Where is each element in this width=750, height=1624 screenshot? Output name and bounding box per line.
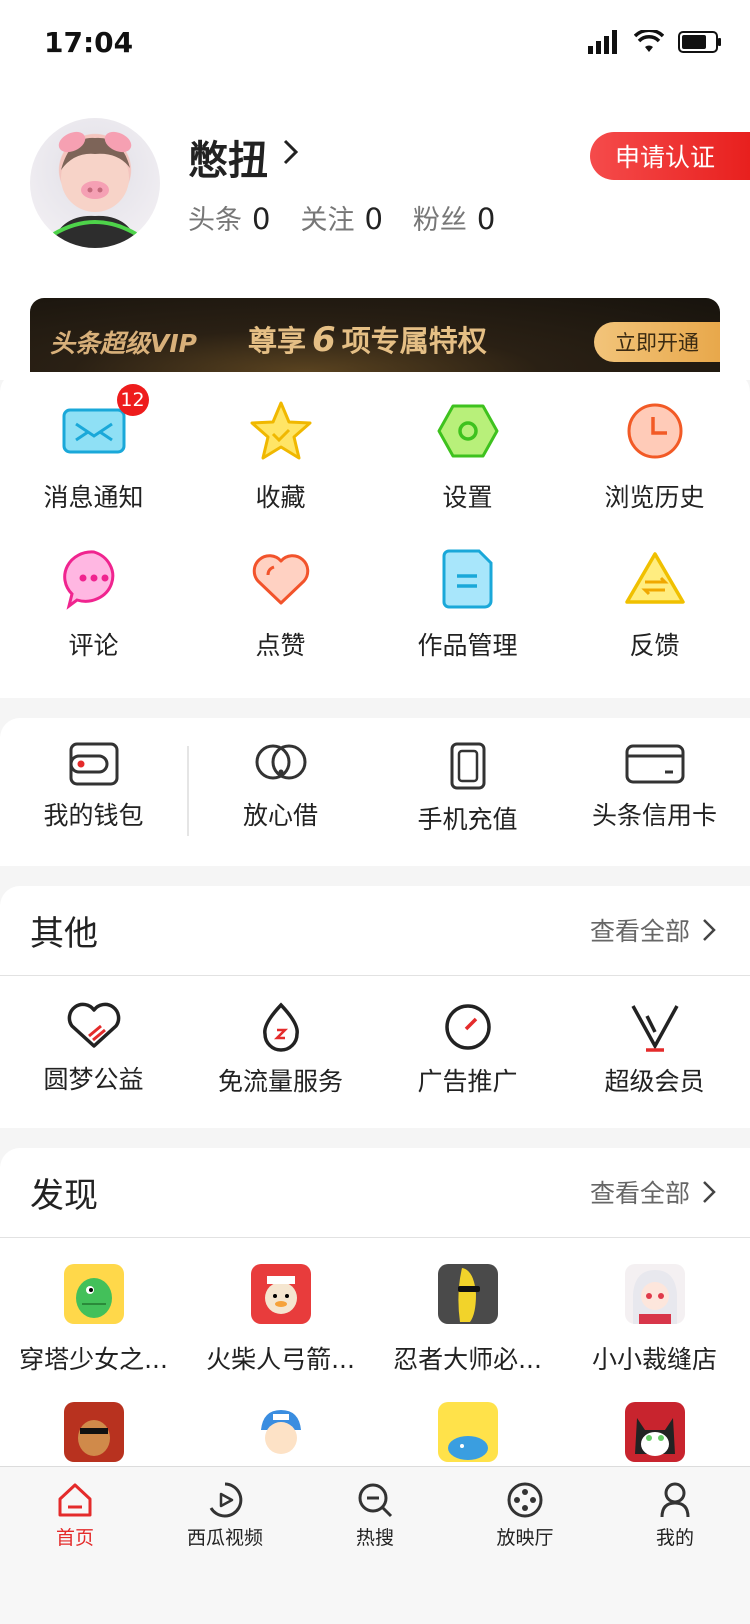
signal-icon bbox=[588, 30, 617, 54]
stat-following[interactable]: 关注 0 bbox=[300, 198, 382, 237]
search-icon bbox=[358, 1483, 393, 1518]
other-item-free-data[interactable]: 免流量服务 bbox=[187, 976, 374, 1098]
stat-fans[interactable]: 粉丝 0 bbox=[413, 198, 495, 237]
wallet-item-recharge[interactable]: 手机充值 bbox=[374, 718, 561, 836]
section-discover: 发现 查看全部 穿塔少女之... 火柴人弓箭... 忍者大师必... 小小裁缝店 bbox=[0, 1148, 750, 1468]
film-reel-icon bbox=[507, 1482, 543, 1518]
wallet-item-loan[interactable]: 放心借 bbox=[187, 718, 374, 836]
grid-item-favorites[interactable]: 收藏 bbox=[187, 384, 374, 532]
app-item[interactable]: 忍者大师必... bbox=[374, 1238, 561, 1376]
section-other: 其他 查看全部 圆梦公益 免流量服务 广告推广 超级会员 bbox=[0, 886, 750, 1128]
phone-icon bbox=[450, 742, 485, 790]
vip-title: 头条超级VIP bbox=[50, 329, 197, 358]
cat-game-icon bbox=[624, 1402, 685, 1462]
status-time: 17:04 bbox=[44, 26, 134, 59]
bottom-tab-bar: 首页 西瓜视频 热搜 放映厅 我的 bbox=[0, 1466, 750, 1624]
loan-icon bbox=[255, 744, 306, 780]
profile-stats: 头条 0 关注 0 粉丝 0 bbox=[188, 198, 495, 237]
grid-item-works[interactable]: 作品管理 bbox=[374, 532, 561, 680]
comment-icon bbox=[62, 550, 114, 610]
stat-toutiao[interactable]: 头条 0 bbox=[188, 198, 270, 237]
app-item[interactable]: 小小裁缝店 bbox=[561, 1238, 748, 1376]
grid-item-likes[interactable]: 点赞 bbox=[187, 532, 374, 680]
anime-girl-icon bbox=[624, 1264, 685, 1324]
grid-item-history[interactable]: 浏览历史 bbox=[561, 384, 748, 532]
app-item[interactable]: 穿塔少女之... bbox=[0, 1238, 187, 1376]
mail-icon bbox=[62, 408, 125, 454]
vip-subtitle: 尊享 6 项专属特权 bbox=[248, 320, 487, 360]
cartoon-face-icon bbox=[250, 1402, 311, 1462]
water-drop-icon bbox=[262, 1002, 299, 1052]
document-icon bbox=[442, 549, 492, 609]
battery-icon bbox=[678, 31, 721, 53]
app-item[interactable] bbox=[561, 1376, 748, 1478]
dog-game-icon bbox=[63, 1402, 124, 1462]
tab-xigua-video[interactable]: 西瓜视频 bbox=[150, 1467, 300, 1550]
wallet-section: 我的钱包 放心借 手机充值 头条信用卡 bbox=[0, 718, 750, 866]
chevron-right-icon bbox=[703, 919, 716, 941]
banana-game-icon bbox=[437, 1264, 498, 1324]
hoodie-game-icon bbox=[250, 1264, 311, 1324]
app-item[interactable] bbox=[0, 1376, 187, 1478]
avatar[interactable] bbox=[30, 118, 160, 248]
status-icons bbox=[588, 30, 722, 54]
dinosaur-game-icon bbox=[63, 1264, 124, 1324]
notification-badge: 12 bbox=[116, 384, 149, 416]
grid-item-notifications[interactable]: 12 消息通知 bbox=[0, 384, 187, 532]
app-item[interactable] bbox=[187, 1376, 374, 1478]
view-all-link[interactable]: 查看全部 bbox=[590, 912, 716, 948]
tab-screening-hall[interactable]: 放映厅 bbox=[450, 1467, 600, 1550]
status-bar: 17:04 bbox=[0, 0, 750, 88]
wallet-item-credit-card[interactable]: 头条信用卡 bbox=[561, 718, 748, 836]
vip-v-icon bbox=[630, 1005, 679, 1052]
wifi-icon bbox=[634, 30, 664, 52]
app-item[interactable]: 火柴人弓箭... bbox=[187, 1238, 374, 1376]
gear-icon bbox=[437, 404, 498, 458]
wallet-item-my-wallet[interactable]: 我的钱包 bbox=[0, 718, 187, 836]
person-icon bbox=[660, 1482, 690, 1518]
compass-icon bbox=[444, 1004, 491, 1050]
feedback-icon bbox=[624, 552, 685, 604]
chevron-right-icon[interactable] bbox=[282, 138, 300, 166]
clock-icon bbox=[627, 403, 682, 459]
grid-item-settings[interactable]: 设置 bbox=[374, 384, 561, 532]
section-title: 发现 bbox=[30, 1176, 98, 1216]
grid-item-comments[interactable]: 评论 bbox=[0, 532, 187, 680]
star-icon bbox=[250, 401, 311, 460]
chevron-right-icon bbox=[703, 1181, 716, 1203]
view-all-link[interactable]: 查看全部 bbox=[590, 1174, 716, 1210]
heart-icon bbox=[252, 554, 309, 605]
wallet-icon bbox=[69, 742, 118, 786]
function-grid: 12 消息通知 收藏 设置 浏览历史 评论 点赞 作品管理 反馈 bbox=[0, 372, 750, 698]
tab-mine[interactable]: 我的 bbox=[600, 1467, 750, 1550]
divider bbox=[187, 746, 189, 836]
other-item-super-vip[interactable]: 超级会员 bbox=[561, 976, 748, 1098]
home-icon bbox=[58, 1483, 92, 1517]
avatar-image bbox=[50, 131, 140, 248]
other-item-charity[interactable]: 圆梦公益 bbox=[0, 976, 187, 1098]
credit-card-icon bbox=[625, 744, 684, 784]
grid-item-feedback[interactable]: 反馈 bbox=[561, 532, 748, 680]
app-item[interactable] bbox=[374, 1376, 561, 1478]
apply-verification-button[interactable]: 申请认证 bbox=[590, 132, 750, 180]
charity-icon bbox=[67, 1002, 120, 1048]
vip-open-button[interactable]: 立即开通 bbox=[594, 322, 720, 362]
video-play-icon bbox=[209, 1482, 243, 1518]
other-item-ads[interactable]: 广告推广 bbox=[374, 976, 561, 1098]
tab-hot-search[interactable]: 热搜 bbox=[300, 1467, 450, 1550]
whale-game-icon bbox=[437, 1402, 498, 1462]
section-title: 其他 bbox=[30, 914, 98, 954]
username[interactable]: 憋扭 bbox=[188, 128, 268, 186]
tab-home[interactable]: 首页 bbox=[0, 1467, 150, 1550]
